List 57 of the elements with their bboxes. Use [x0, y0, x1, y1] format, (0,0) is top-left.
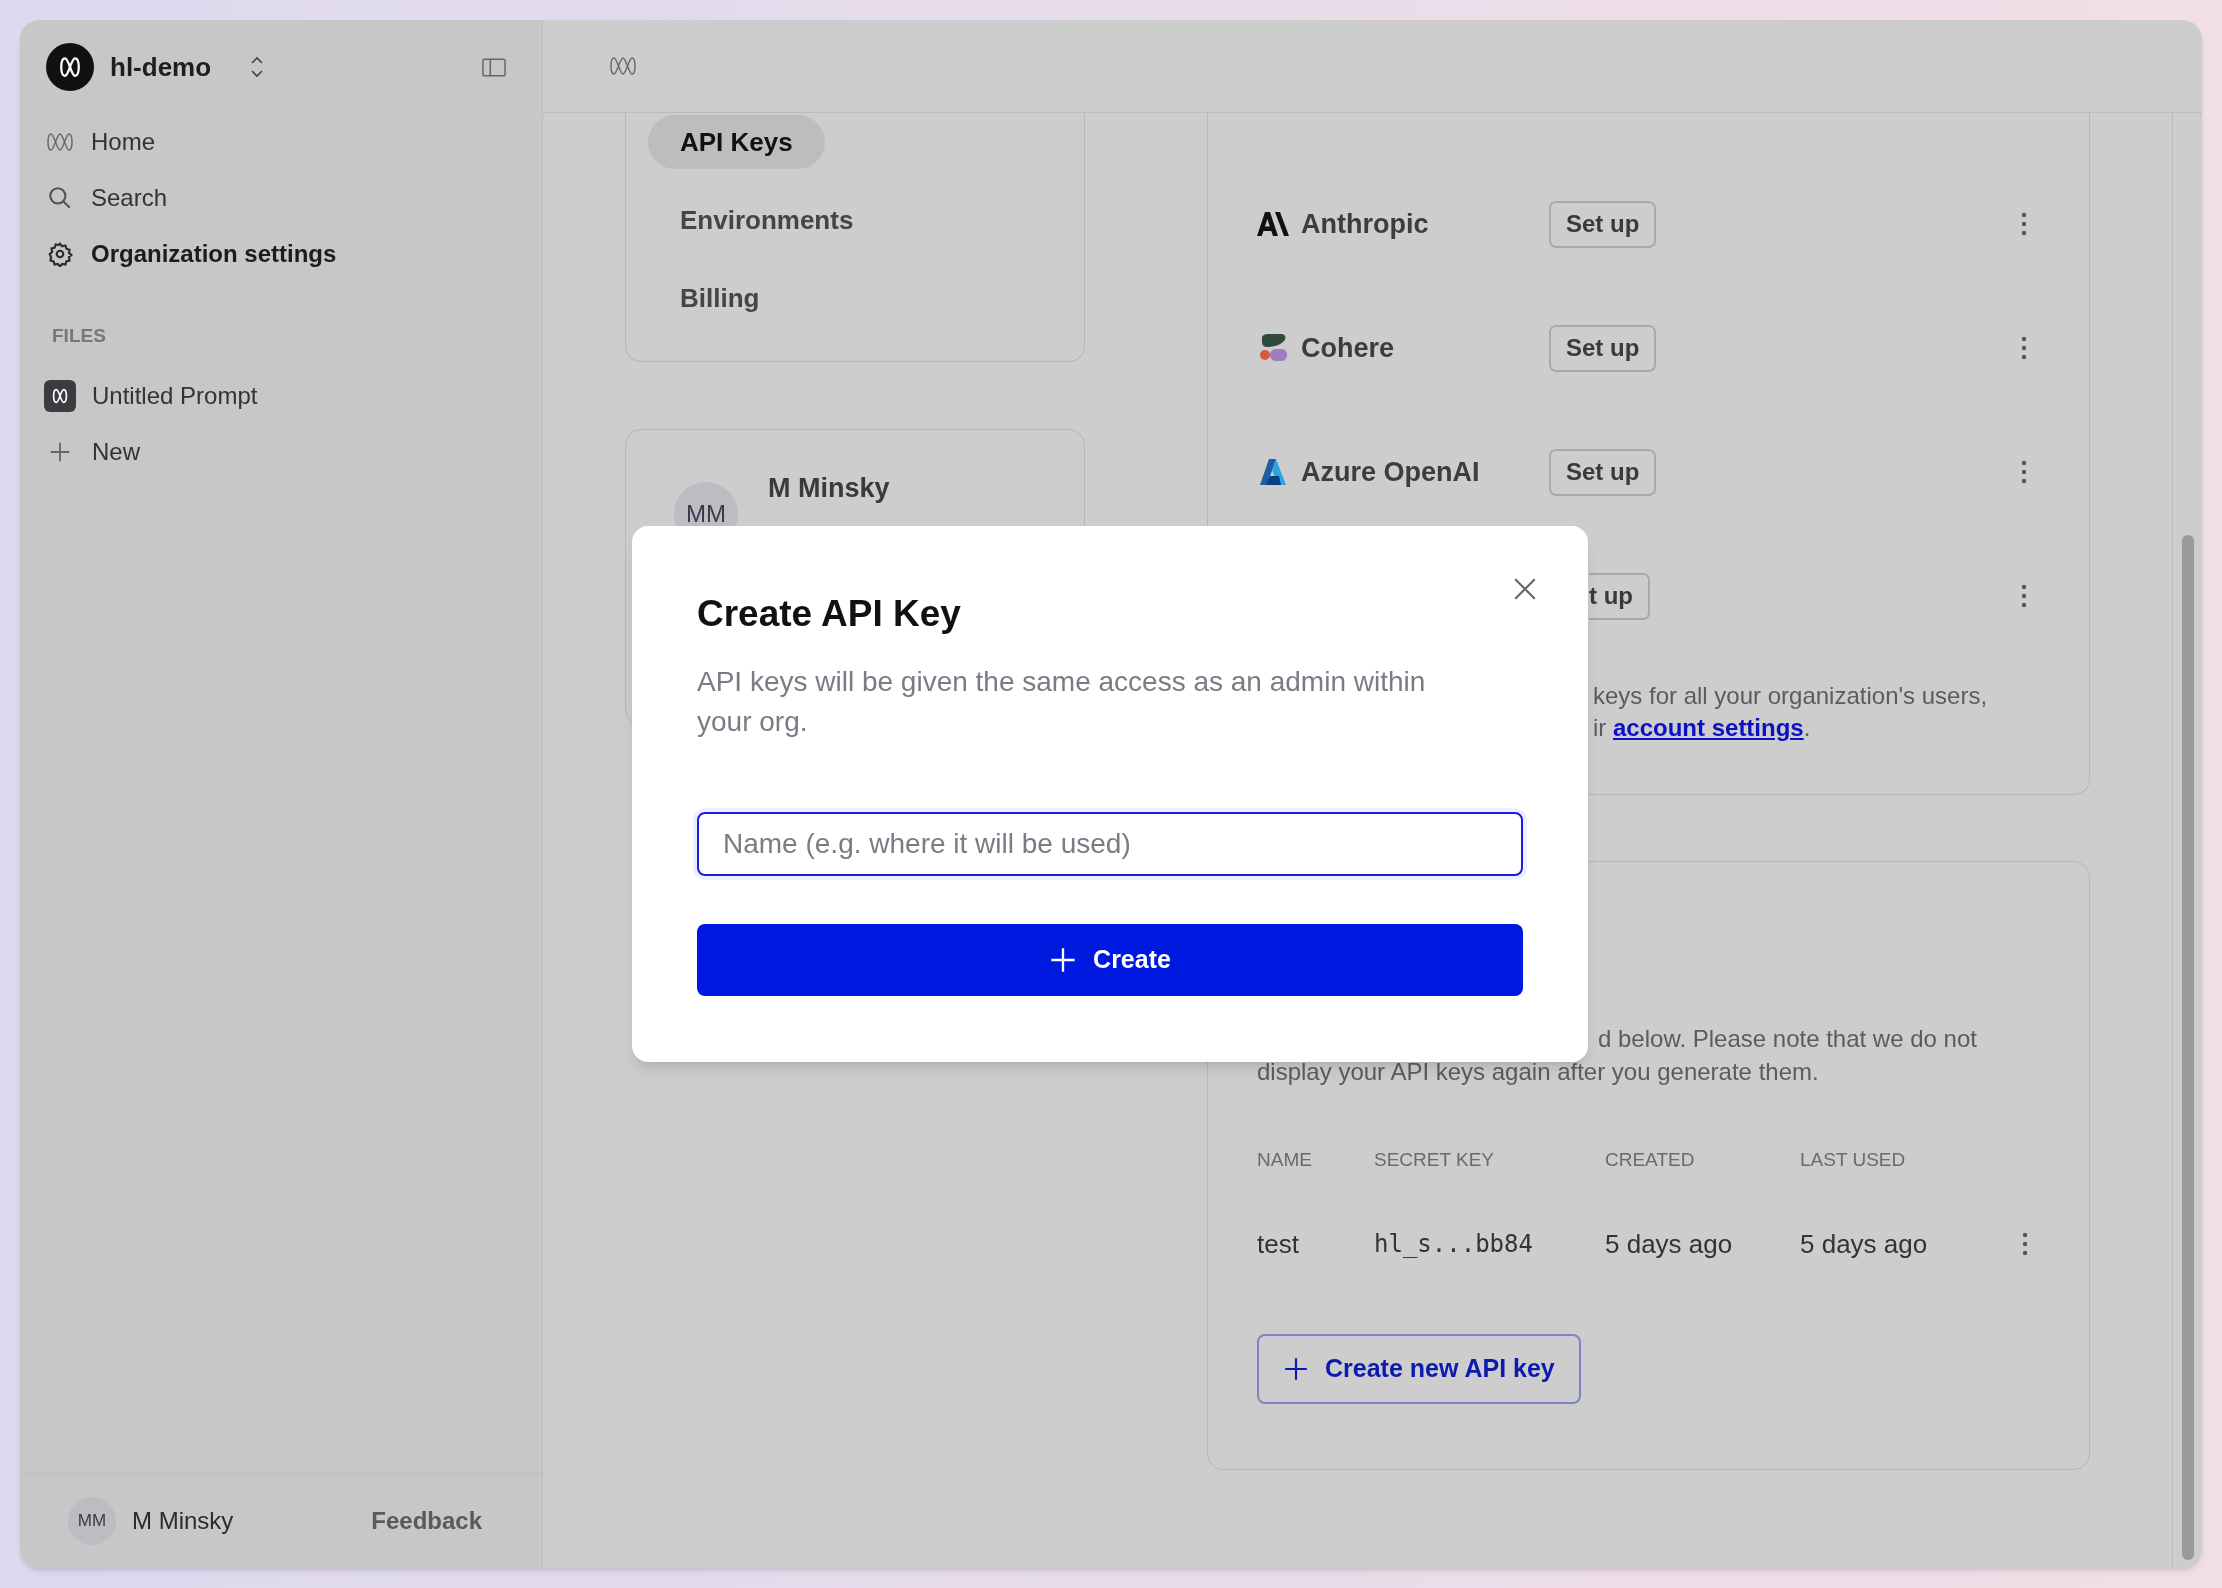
user-name: M Minsky: [132, 1506, 234, 1536]
nav-item[interactable]: Organization settings: [32, 226, 530, 282]
loops-icon: [45, 131, 75, 153]
more-icon[interactable]: [2021, 212, 2027, 236]
providers-note: keys for all your organization's users,: [1593, 681, 1989, 711]
column-header: SECRET KEY: [1374, 1147, 1496, 1172]
account-settings-link[interactable]: account settings: [1613, 714, 1804, 741]
user-avatar[interactable]: MM: [68, 1497, 116, 1545]
plus-icon: [1049, 946, 1078, 974]
setup-button[interactable]: Set up: [1549, 448, 1657, 496]
plus-icon: [1283, 1356, 1309, 1382]
settings-tab[interactable]: Billing: [648, 271, 792, 325]
file-item[interactable]: Untitled Prompt: [20, 368, 530, 424]
create-button[interactable]: Create: [697, 924, 1523, 996]
more-icon[interactable]: [2021, 336, 2027, 360]
providers-note: ir account settings.: [1593, 713, 1812, 743]
new-file-item[interactable]: New: [20, 424, 530, 480]
table-cell-text: 5 days ago: [1605, 1227, 1734, 1261]
table-cell-text: hl_s...bb84: [1374, 1229, 1534, 1260]
table-cell-text: 5 days ago: [1800, 1227, 1929, 1261]
settings-tab[interactable]: API Keys: [648, 115, 825, 169]
api-keys-note: d below. Please note that we do not: [1598, 1024, 1978, 1054]
more-icon[interactable]: [2022, 1232, 2028, 1256]
dialog-description: API keys will be given the same access as an admin within your org.: [697, 665, 1427, 739]
search-icon: [47, 185, 73, 211]
nav-item[interactable]: Search: [32, 170, 530, 226]
azure-logo-icon: [1259, 458, 1287, 486]
loops-icon: [608, 55, 638, 77]
dialog-title: Create API Key: [697, 592, 962, 636]
cohere-logo-icon: [1259, 334, 1287, 362]
more-icon[interactable]: [2021, 460, 2027, 484]
create-new-key-button[interactable]: Create new API key: [1257, 1334, 1581, 1404]
workspace-name[interactable]: hl-demo: [110, 47, 212, 87]
anthropic-logo-icon: [1257, 212, 1289, 236]
settings-tab[interactable]: Environments: [648, 193, 886, 247]
column-header: LAST USED: [1800, 1147, 1907, 1172]
scrollbar-thumb[interactable]: [2181, 535, 2194, 1560]
provider-name: Azure OpenAI: [1301, 455, 1480, 489]
more-icon[interactable]: [2021, 584, 2027, 608]
provider-name: Cohere: [1301, 331, 1395, 365]
setup-button[interactable]: t up: [1589, 572, 1650, 620]
plus-icon: [49, 441, 71, 463]
sidebar-toggle-icon[interactable]: [482, 57, 506, 77]
provider-name: Anthropic: [1301, 207, 1429, 241]
settings-icon: [47, 241, 73, 267]
table-cell-text: test: [1257, 1227, 1300, 1261]
setup-button[interactable]: Set up: [1549, 200, 1657, 248]
section-heading: FILES: [51, 324, 107, 348]
column-header: NAME: [1257, 1147, 1313, 1172]
close-icon[interactable]: [1512, 576, 1538, 602]
nav-item[interactable]: Home: [32, 114, 530, 170]
profile-name: M Minsky: [768, 472, 890, 505]
column-header: CREATED: [1605, 1147, 1696, 1172]
api-keys-note: display your API keys again after you generate them.: [1257, 1057, 1820, 1087]
chevron-up-down-icon[interactable]: [249, 54, 266, 80]
feedback-link[interactable]: Feedback: [371, 1503, 482, 1539]
setup-button[interactable]: Set up: [1549, 324, 1657, 372]
